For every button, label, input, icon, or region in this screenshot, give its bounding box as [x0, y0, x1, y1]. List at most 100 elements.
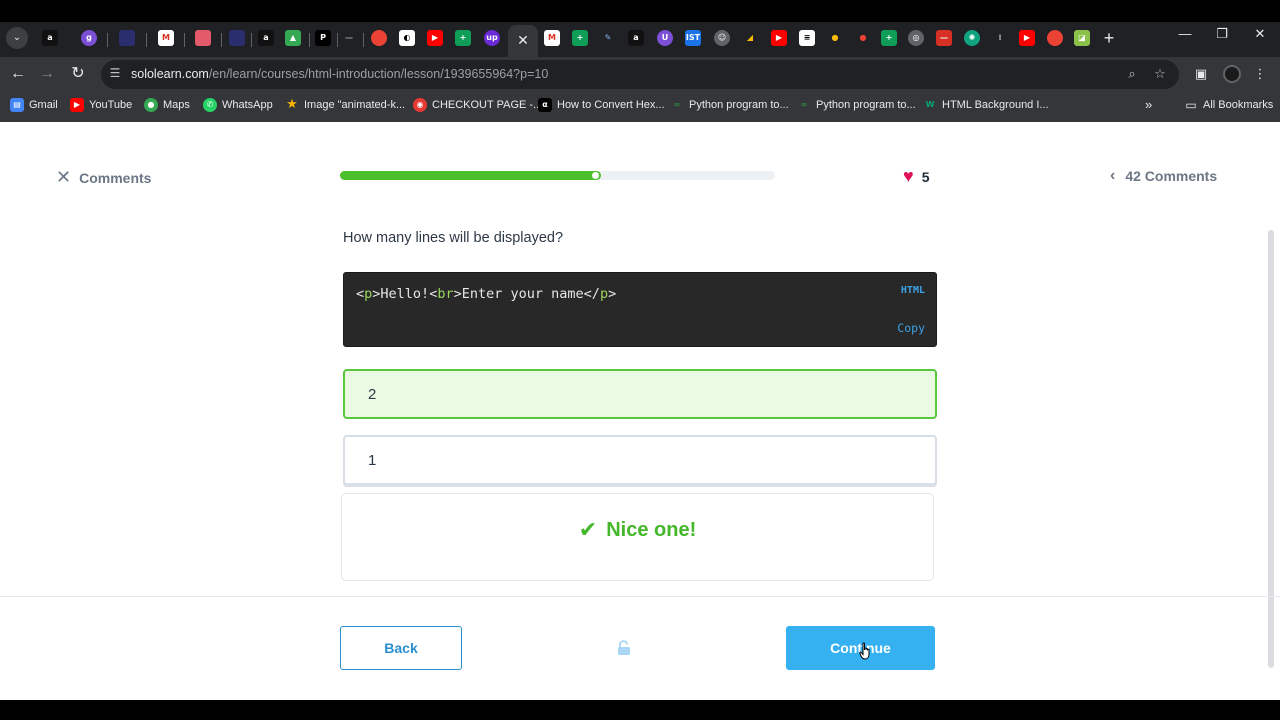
tab-divider [363, 33, 364, 47]
feedback-panel: ✔ Nice one! [341, 493, 934, 581]
chevron-left-icon: ‹ [1110, 167, 1116, 184]
close-icon[interactable]: ✕ [508, 25, 538, 55]
tab-maps-icon[interactable]: ● [827, 30, 843, 46]
tab-doc-icon[interactable]: ≡ [799, 30, 815, 46]
side-panel-icon[interactable]: ▣ [1191, 64, 1211, 84]
bookmarks-overflow-icon[interactable]: » [1145, 97, 1152, 112]
alpha-icon: α [538, 98, 552, 112]
open-comments-button[interactable]: ‹ 42 Comments [1110, 167, 1217, 185]
lesson-page: ✕ Comments ♥ 5 ‹ 42 Comments How many li… [0, 122, 1280, 700]
tab-openai-icon[interactable]: ✺ [964, 30, 980, 46]
tab-upwork-icon[interactable]: up [484, 30, 500, 46]
tab-aws-icon[interactable]: a [258, 30, 274, 46]
folder-icon: ▭ [1185, 98, 1197, 112]
code-block: <p>Hello!<br>Enter your name</p> HTML Co… [343, 272, 937, 347]
all-bookmarks-folder[interactable]: ▭ All Bookmarks [1184, 98, 1273, 112]
reload-icon[interactable]: ↻ [67, 63, 89, 85]
feedback-message: ✔ Nice one! [578, 517, 697, 542]
bookmark-item[interactable]: ∞ Python program to... [797, 98, 916, 112]
tab-youtube-icon[interactable]: ▶ [771, 30, 787, 46]
url-text[interactable]: sololearn.com/en/learn/courses/html-intr… [131, 67, 548, 81]
close-comments-button[interactable]: ✕ Comments [56, 167, 151, 188]
tab-sheets-icon[interactable]: + [881, 30, 897, 46]
tab-app-icon[interactable]: ◪ [1074, 30, 1090, 46]
window-close-icon[interactable]: ✕ [1250, 26, 1270, 42]
bookmark-star-icon[interactable]: ☆ [1152, 66, 1168, 82]
tab-globe-icon[interactable]: ◎ [908, 30, 924, 46]
profile-avatar[interactable] [1223, 65, 1241, 83]
footer-divider [0, 596, 1280, 597]
tab-maps-icon[interactable]: ● [855, 30, 871, 46]
tab-search-icon[interactable]: ⌄ [6, 27, 28, 49]
forward-arrow-icon[interactable]: → [36, 63, 58, 85]
lives-counter: ♥ 5 [903, 166, 930, 186]
tab-chrome-icon[interactable] [371, 30, 387, 46]
code-line: <p>Hello!<br>Enter your name</p> [356, 286, 617, 302]
lesson-progress-bar [340, 171, 775, 180]
tab-app-icon[interactable]: ⁞ [992, 30, 1008, 46]
tab-gmail-icon[interactable]: M [544, 30, 560, 46]
tab-page-icon[interactable] [195, 30, 211, 46]
back-button[interactable]: Back [340, 626, 462, 670]
tab-app-icon[interactable]: IST [685, 30, 701, 46]
bookmark-item[interactable]: ✆ WhatsApp [203, 98, 273, 112]
bookmark-item[interactable]: ◉ CHECKOUT PAGE -... [413, 98, 542, 112]
copy-code-button[interactable]: Copy [897, 321, 925, 335]
tab-app-icon[interactable]: ◐ [399, 30, 415, 46]
youtube-icon: ▶ [70, 98, 84, 112]
tab-gmail-icon[interactable]: M [158, 30, 174, 46]
check-icon: ✔ [578, 517, 598, 542]
bookmark-item[interactable]: W HTML Background I... [923, 98, 1049, 112]
minimize-icon[interactable]: — [1175, 26, 1195, 41]
tab-aws-icon[interactable]: a [42, 30, 58, 46]
bookmark-item[interactable]: ★ Image "animated-k... [285, 98, 405, 112]
bookmark-item[interactable]: α How to Convert Hex... [538, 98, 665, 112]
zoom-icon[interactable]: ⌕ [1124, 66, 1140, 82]
tab-youtube-icon[interactable]: ▶ [427, 30, 443, 46]
gmail-icon: ▤ [10, 98, 24, 112]
tab-app-icon[interactable]: g [81, 30, 97, 46]
new-tab-button[interactable]: + [1100, 28, 1118, 49]
answer-option[interactable]: 1 [343, 435, 937, 485]
menu-kebab-icon[interactable]: ⋮ [1250, 64, 1270, 84]
progress-fill [340, 171, 601, 180]
tab-window-icon[interactable] [229, 30, 245, 46]
active-tab[interactable]: ✕ [508, 25, 538, 57]
tab-sheets-icon[interactable]: + [455, 30, 471, 46]
progress-knob [592, 172, 599, 179]
bookmark-item[interactable]: ▤ Gmail [10, 98, 58, 112]
page-scrollbar[interactable] [1268, 230, 1274, 668]
tab-app-icon[interactable]: U [657, 30, 673, 46]
restore-icon[interactable]: ❐ [1212, 26, 1232, 42]
whatsapp-icon: ✆ [203, 98, 217, 112]
tab-drive-icon[interactable]: ▲ [285, 30, 301, 46]
bookmark-item[interactable]: ∞ Python program to... [670, 98, 789, 112]
hand-cursor-icon [859, 642, 870, 660]
tab-pen-icon[interactable]: ✎ [600, 30, 616, 46]
tab-aws-icon[interactable]: a [628, 30, 644, 46]
code-language-label: HTML [900, 285, 925, 296]
tab-window-icon[interactable] [119, 30, 135, 46]
tab-app-icon[interactable]: P [315, 30, 331, 46]
tab-divider [146, 33, 147, 47]
tab-divider [221, 33, 222, 47]
tab-youtube-icon[interactable]: ▶ [1019, 30, 1035, 46]
bookmark-item[interactable]: ▶ YouTube [70, 98, 132, 112]
tab-app-icon[interactable]: — [341, 30, 357, 46]
question-text: How many lines will be displayed? [343, 230, 564, 246]
screen: ⌄ a g M a ▲ P — ◐ ▶ + up ✕ M + ✎ a U IST… [0, 0, 1280, 720]
answer-option-correct[interactable]: 2 [343, 369, 937, 419]
tab-app-icon[interactable]: ☺ [714, 30, 730, 46]
tab-app-icon[interactable]: — [936, 30, 952, 46]
address-bar[interactable]: ☰ sololearn.com/en/learn/courses/html-in… [101, 60, 1179, 89]
back-arrow-icon[interactable]: ← [7, 63, 29, 85]
maps-icon: ● [144, 98, 158, 112]
tab-app-icon[interactable]: ◢ [742, 30, 758, 46]
gfg-icon: ∞ [673, 100, 681, 109]
site-info-icon[interactable]: ☰ [107, 66, 123, 80]
close-icon: ✕ [56, 167, 72, 187]
bookmark-item[interactable]: ● Maps [144, 98, 190, 112]
tab-divider [184, 33, 185, 47]
tab-sheets-icon[interactable]: + [572, 30, 588, 46]
tab-chrome-icon[interactable] [1047, 30, 1063, 46]
